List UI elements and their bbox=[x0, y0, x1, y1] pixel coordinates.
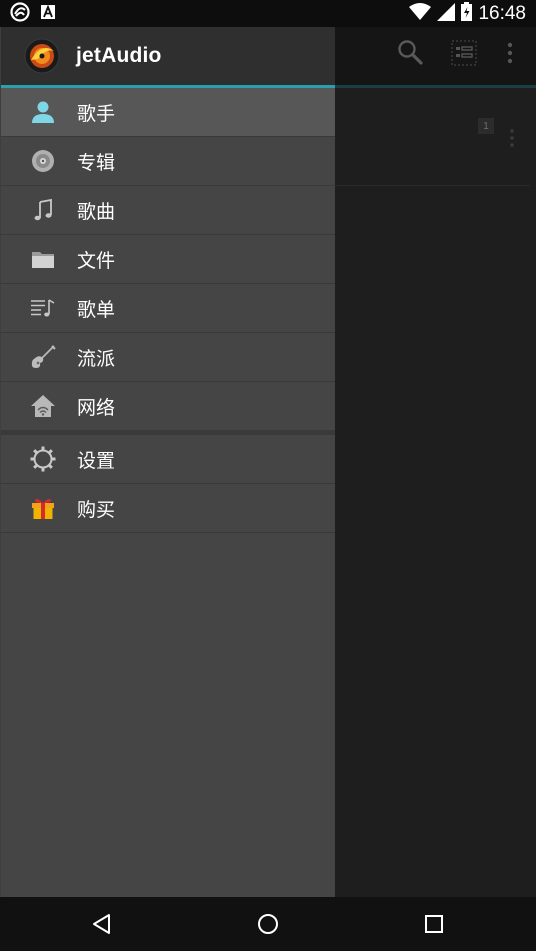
music-note-icon bbox=[28, 195, 58, 225]
playlist-icon bbox=[28, 293, 58, 323]
drawer-item-label: 歌曲 bbox=[77, 200, 116, 223]
home-icon[interactable] bbox=[238, 897, 298, 951]
app-title: jetAudio bbox=[76, 44, 162, 67]
drawer-item-label: 歌单 bbox=[77, 298, 116, 321]
album-icon bbox=[28, 146, 58, 176]
view-toggle-icon[interactable] bbox=[451, 40, 477, 70]
folder-icon bbox=[28, 244, 58, 274]
drawer-item-label: 专辑 bbox=[77, 151, 116, 174]
drawer-item-album[interactable]: 专辑 bbox=[1, 137, 335, 186]
drawer-item-files[interactable]: 文件 bbox=[1, 235, 335, 284]
app-notification-icon bbox=[10, 1, 30, 26]
row-overflow-icon[interactable] bbox=[509, 128, 515, 152]
guitar-icon bbox=[28, 342, 58, 372]
gift-icon bbox=[28, 493, 58, 523]
drawer-item-songs[interactable]: 歌曲 bbox=[1, 186, 335, 235]
drawer-header: jetAudio bbox=[1, 27, 335, 85]
drawer-item-label: 购买 bbox=[77, 498, 116, 521]
search-icon[interactable] bbox=[397, 39, 423, 69]
drawer-secondary-menu: 设置 购买 bbox=[1, 435, 335, 533]
drawer-item-label: 歌手 bbox=[77, 102, 116, 125]
gear-icon bbox=[28, 444, 58, 474]
drawer-item-network[interactable]: 网络 bbox=[1, 382, 335, 431]
system-navigation-bar bbox=[0, 897, 536, 951]
back-icon[interactable] bbox=[72, 897, 132, 951]
wifi-icon bbox=[409, 2, 432, 25]
row-count-badge: 1 bbox=[478, 118, 494, 134]
drawer-menu: 歌手 专辑 歌曲 文件 歌单 流派 网络 bbox=[1, 88, 335, 431]
network-icon bbox=[28, 391, 58, 421]
artist-icon bbox=[28, 97, 58, 127]
status-bar: 16:48 bbox=[0, 0, 536, 27]
drawer-item-label: 流派 bbox=[77, 347, 116, 370]
status-time: 16:48 bbox=[478, 2, 526, 24]
signal-icon bbox=[437, 2, 456, 25]
drawer-item-label: 文件 bbox=[77, 249, 116, 272]
drawer-item-artist[interactable]: 歌手 bbox=[1, 88, 335, 137]
drawer-item-genre[interactable]: 流派 bbox=[1, 333, 335, 382]
drawer-item-label: 网络 bbox=[77, 396, 116, 419]
overflow-menu-icon[interactable] bbox=[506, 41, 514, 69]
navigation-drawer: jetAudio 歌手 专辑 歌曲 文件 歌单 流派 网络 设置 购买 bbox=[0, 27, 335, 897]
drawer-item-settings[interactable]: 设置 bbox=[1, 435, 335, 484]
a-notification-icon bbox=[40, 4, 56, 24]
battery-icon bbox=[461, 2, 473, 25]
recents-icon[interactable] bbox=[404, 897, 464, 951]
jetaudio-logo-icon bbox=[24, 38, 60, 74]
drawer-item-label: 设置 bbox=[77, 449, 116, 472]
drawer-item-purchase[interactable]: 购买 bbox=[1, 484, 335, 533]
drawer-item-playlist[interactable]: 歌单 bbox=[1, 284, 335, 333]
